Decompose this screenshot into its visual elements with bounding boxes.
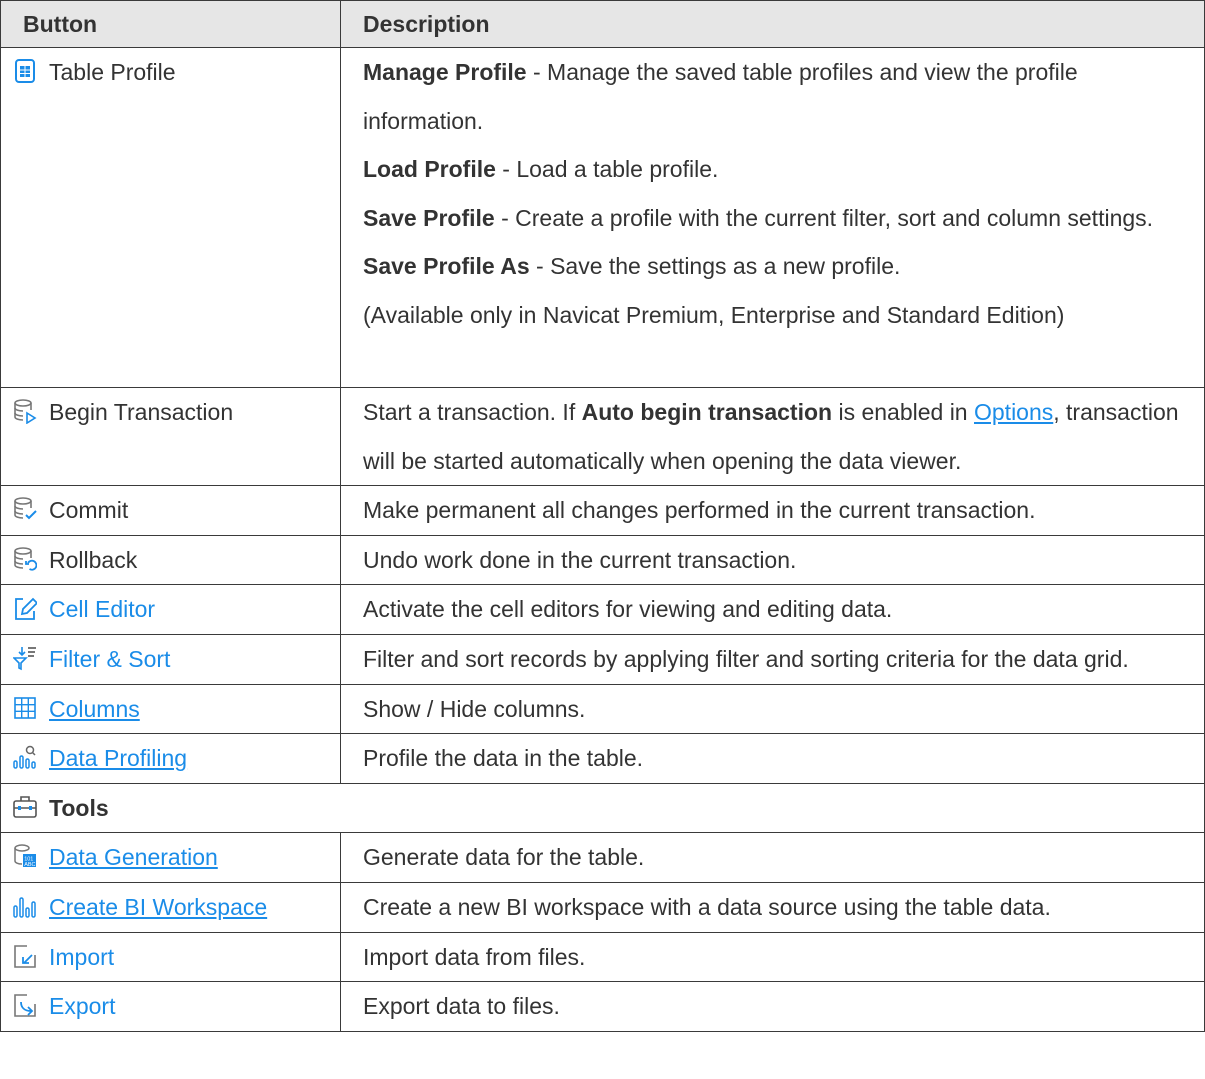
begin-transaction-label: Begin Transaction xyxy=(49,399,234,425)
button-cell: Commit xyxy=(0,485,341,536)
cell-editor-icon xyxy=(13,595,37,621)
data-generation-icon: 101 ABC xyxy=(13,843,37,869)
description-cell: Undo work done in the current transactio… xyxy=(340,534,1205,586)
load-profile-line: Load Profile - Load a table profile. xyxy=(363,156,719,183)
table-row: Import Import data from files. xyxy=(0,931,1205,983)
import-icon xyxy=(13,943,37,969)
button-cell: Filter & Sort xyxy=(0,633,341,685)
save-profile-as-line: Save Profile As - Save the settings as a… xyxy=(363,253,901,280)
button-cell: Data Profiling xyxy=(0,733,341,784)
table-profile-icon xyxy=(13,58,37,84)
header-button: Button xyxy=(0,0,341,48)
table-row: Commit Make permanent all changes perfor… xyxy=(0,485,1205,536)
table-row: Columns Show / Hide columns. xyxy=(0,683,1205,735)
description-cell: Create a new BI workspace with a data so… xyxy=(340,881,1205,933)
columns-link[interactable]: Columns xyxy=(49,685,140,734)
data-profiling-icon xyxy=(13,744,37,770)
description-cell: Import data from files. xyxy=(340,931,1205,983)
svg-text:ABC: ABC xyxy=(24,862,35,868)
table-row: 101 ABC Data Generation Generate data for… xyxy=(0,832,1205,883)
description-cell: Export data to files. xyxy=(340,981,1205,1032)
bi-workspace-icon xyxy=(13,893,37,919)
commit-label: Commit xyxy=(49,497,129,524)
begin-transaction-icon xyxy=(13,398,37,424)
export-icon xyxy=(13,992,37,1018)
description-cell: Make permanent all changes performed in … xyxy=(340,485,1205,536)
button-cell: Create BI Workspace xyxy=(0,881,341,933)
description-cell: Generate data for the table. xyxy=(340,832,1205,883)
data-generation-link[interactable]: Data Generation xyxy=(49,833,218,882)
manage-profile-line: Manage Profile - Manage the saved table … xyxy=(363,59,1078,134)
options-link[interactable]: Options xyxy=(974,399,1053,425)
button-cell: 101 ABC Data Generation xyxy=(0,832,341,883)
description-cell: Profile the data in the table. xyxy=(340,733,1205,784)
table-row: Begin Transaction Start a transaction. I… xyxy=(0,386,1205,487)
table-header-row: Button Description xyxy=(0,0,1205,48)
button-cell: Columns xyxy=(0,683,341,735)
description-cell: Activate the cell editors for viewing an… xyxy=(340,584,1205,635)
button-cell: Rollback xyxy=(0,534,341,586)
description-cell: Filter and sort records by applying filt… xyxy=(340,633,1205,685)
rollback-label: Rollback xyxy=(49,546,138,573)
description-cell: Show / Hide columns. xyxy=(340,683,1205,735)
table-row: Table Profile Manage Profile - Manage th… xyxy=(0,47,1205,388)
tools-label: Tools xyxy=(49,794,109,821)
button-cell: Table Profile xyxy=(0,47,341,388)
button-cell: Begin Transaction xyxy=(0,386,341,487)
availability-note: (Available only in Navicat Premium, Ente… xyxy=(363,301,1065,328)
data-profiling-link[interactable]: Data Profiling xyxy=(49,734,187,783)
table-profile-label: Table Profile xyxy=(49,59,176,85)
export-label[interactable]: Export xyxy=(49,982,115,1031)
table-row: Export Export data to files. xyxy=(0,981,1205,1032)
header-description: Description xyxy=(340,0,1205,48)
rollback-icon xyxy=(13,546,37,572)
toolbox-icon xyxy=(13,794,37,820)
filter-sort-label[interactable]: Filter & Sort xyxy=(49,635,170,684)
button-cell: Cell Editor xyxy=(0,584,341,635)
columns-icon xyxy=(13,695,37,721)
table-row: Cell Editor Activate the cell editors fo… xyxy=(0,584,1205,635)
create-bi-workspace-link[interactable]: Create BI Workspace xyxy=(49,883,267,932)
commit-icon xyxy=(13,496,37,522)
description-cell: Manage Profile - Manage the saved table … xyxy=(340,47,1205,388)
table-row: Rollback Undo work done in the current t… xyxy=(0,534,1205,586)
description-cell: Start a transaction. If Auto begin trans… xyxy=(340,386,1205,487)
button-cell: Export xyxy=(0,981,341,1032)
import-label[interactable]: Import xyxy=(49,933,114,982)
table-row: Filter & Sort Filter and sort records by… xyxy=(0,633,1205,685)
table-row-section: Tools xyxy=(0,782,1205,834)
buttons-table: Button Description Table Profile Manage … xyxy=(0,0,1205,1032)
save-profile-line: Save Profile - Create a profile with the… xyxy=(363,204,1154,231)
tools-section-cell: Tools xyxy=(0,782,1205,834)
table-row: Data Profiling Profile the data in the t… xyxy=(0,733,1205,784)
filter-sort-icon xyxy=(13,645,37,671)
button-cell: Import xyxy=(0,931,341,983)
table-row: Create BI Workspace Create a new BI work… xyxy=(0,881,1205,933)
cell-editor-label[interactable]: Cell Editor xyxy=(49,585,155,634)
